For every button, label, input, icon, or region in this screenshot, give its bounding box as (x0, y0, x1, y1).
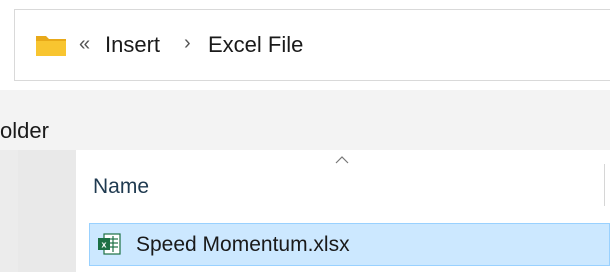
navigation-pane-scroll-area[interactable] (18, 150, 76, 272)
breadcrumb-excel-file[interactable]: Excel File (208, 32, 303, 58)
folder-icon (36, 36, 66, 56)
file-row-speed-momentum[interactable]: x Speed Momentum.xlsx (89, 223, 610, 266)
excel-file-icon: x (98, 233, 121, 255)
address-bar[interactable]: « Insert › Excel File (14, 9, 610, 81)
svg-text:x: x (101, 240, 106, 250)
file-explorer-window: « Insert › Excel File older Name x Speed… (0, 0, 610, 272)
breadcrumb-insert[interactable]: Insert (105, 32, 160, 58)
navigation-pane-title: older (0, 118, 49, 143)
breadcrumb-chevron-icon[interactable]: › (184, 32, 191, 55)
file-name: Speed Momentum.xlsx (136, 233, 350, 256)
breadcrumb-overflow-icon[interactable]: « (79, 33, 90, 56)
column-header-name[interactable]: Name (93, 175, 149, 199)
column-divider[interactable] (604, 164, 605, 206)
sort-ascending-icon (335, 156, 349, 164)
